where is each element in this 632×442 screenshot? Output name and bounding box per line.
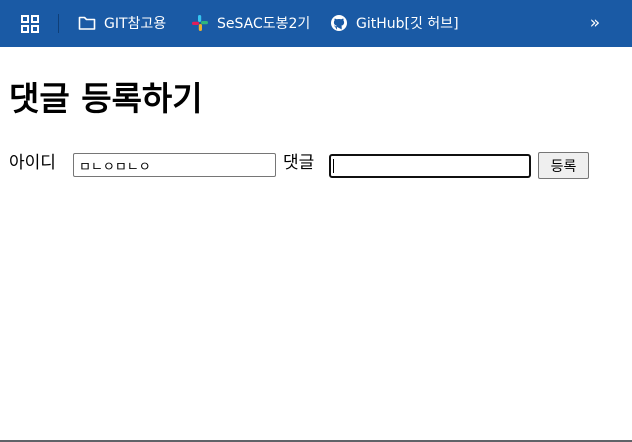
slack-icon [191, 14, 209, 32]
bookmarks-bar: GIT참고용 SeSAC도봉2기 GitHub[깃 허브] » [0, 0, 632, 47]
bookmark-label: GIT참고용 [104, 16, 167, 32]
more-bookmarks-chevron-icon[interactable]: » [584, 12, 606, 34]
id-label: 아이디 [9, 153, 56, 173]
page-title: 댓글 등록하기 [9, 79, 203, 118]
folder-icon [78, 14, 96, 32]
id-input[interactable] [73, 153, 276, 177]
bookmark-label: SeSAC도봉2기 [217, 16, 311, 32]
bookmark-label: GitHub[깃 허브] [356, 16, 459, 32]
bookmarks-divider [58, 14, 59, 33]
comment-label: 댓글 [283, 153, 315, 173]
github-icon [330, 14, 348, 32]
page-content: 댓글 등록하기 아이디 댓글 등록 [0, 47, 632, 440]
submit-button[interactable]: 등록 [538, 152, 589, 179]
comment-input[interactable] [329, 154, 531, 178]
bookmark-sesac[interactable]: SeSAC도봉2기 [191, 10, 310, 36]
apps-grid-icon[interactable] [18, 13, 42, 35]
bookmark-github[interactable]: GitHub[깃 허브] [330, 10, 459, 36]
text-caret [333, 159, 334, 173]
bookmark-git-reference[interactable]: GIT참고용 [78, 10, 166, 36]
